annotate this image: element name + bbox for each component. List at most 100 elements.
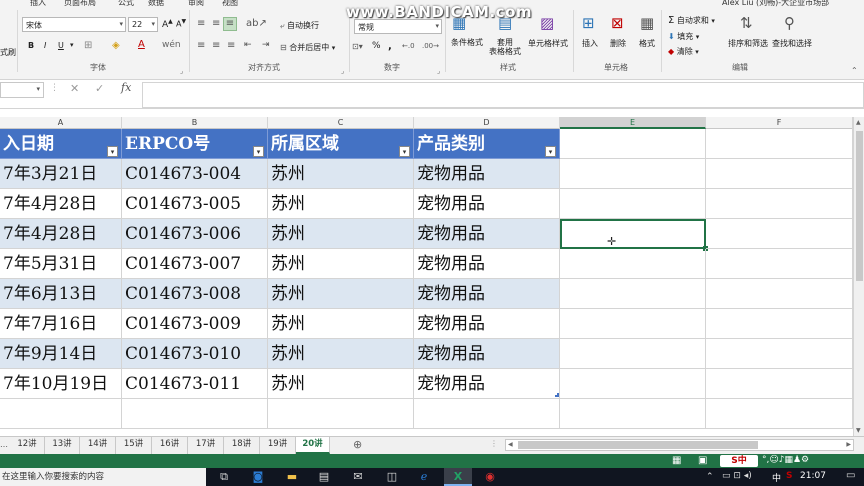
column-header-b[interactable]: B [122,117,268,129]
insert-function-button[interactable]: fx [121,81,131,94]
table-cell[interactable]: 宠物用品 [414,369,560,399]
grow-font-button[interactable]: A▲ [162,18,173,30]
empty-cell[interactable] [560,369,706,399]
tab-page-layout[interactable]: 页面布局 [64,0,96,8]
table-resize-handle[interactable] [555,393,559,397]
sheet-tab[interactable]: 17讲 [188,437,224,454]
merge-center-button[interactable]: ⊟ 合并后居中 ▾ [280,42,335,53]
dialog-launcher-icon[interactable]: ⌟ [180,67,183,75]
sheet-tab[interactable]: 15讲 [116,437,152,454]
sort-filter-icon[interactable]: ⇅ [740,14,753,32]
table-cell[interactable]: 7年9月14日 [0,339,122,369]
empty-cell[interactable] [706,339,853,369]
format-cells-icon[interactable]: ▦ [640,14,654,32]
align-bottom-icon[interactable]: ≡ [223,17,237,31]
task-view-icon[interactable]: ⧉ [210,468,238,486]
format-button[interactable]: 格式 [639,38,655,49]
tab-insert[interactable]: 插入 [30,0,46,8]
app-icon[interactable]: ◫ [378,468,406,486]
insert-button[interactable]: 插入 [582,38,598,49]
dialog-launcher-icon[interactable]: ⌟ [341,67,344,75]
empty-cell[interactable] [560,159,706,189]
empty-cell[interactable] [706,249,853,279]
tab-view[interactable]: 视图 [222,0,238,8]
italic-button[interactable]: I [44,41,46,50]
table-cell[interactable]: C014673-011 [122,369,268,399]
decrease-decimal-icon[interactable]: .00→ [422,42,439,50]
font-name-select[interactable]: 宋体 ▾ [22,17,126,32]
tray-icons[interactable]: ▭ ⊡ ◂) [722,471,752,481]
store-icon[interactable]: ▤ [310,468,338,486]
table-cell[interactable]: C014673-007 [122,249,268,279]
find-select-icon[interactable]: ⚲ [784,14,795,32]
decrease-indent-icon[interactable]: ⇤ [244,40,252,50]
filter-dropdown-icon[interactable]: ▾ [399,146,410,157]
table-cell[interactable]: 7年3月21日 [0,159,122,189]
scroll-down-icon[interactable]: ▼ [856,427,861,434]
add-sheet-icon[interactable]: ⊕ [353,438,362,451]
empty-cell[interactable] [706,129,853,159]
empty-cell[interactable] [706,399,853,429]
filter-dropdown-icon[interactable]: ▾ [107,146,118,157]
empty-cell[interactable] [706,279,853,309]
sheet-tab[interactable]: 12讲 [10,437,45,454]
table-cell[interactable]: C014673-010 [122,339,268,369]
scroll-up-icon[interactable]: ▲ [856,119,861,126]
wrap-text-button[interactable]: ⤶ 自动换行 [280,20,319,31]
sheet-tab[interactable]: 13讲 [45,437,80,454]
excel-taskbar-icon[interactable]: X [444,468,472,486]
cell-styles-button[interactable]: 单元格样式 [526,38,570,49]
table-cell[interactable]: 7年4月28日 [0,219,122,249]
fill-color-icon[interactable]: ◈ [112,40,120,51]
font-size-select[interactable]: 22 ▾ [128,17,158,32]
dialog-launcher-icon[interactable]: ⌟ [437,67,440,75]
selected-cell[interactable] [560,219,706,249]
align-top-icon[interactable]: ≡ [197,18,205,29]
table-cell[interactable]: 苏州 [268,159,414,189]
empty-cell[interactable] [706,309,853,339]
filter-dropdown-icon[interactable]: ▾ [545,146,556,157]
empty-cell[interactable] [560,129,706,159]
increase-decimal-icon[interactable]: ←.0 [402,42,415,50]
filter-dropdown-icon[interactable]: ▾ [253,146,264,157]
align-middle-icon[interactable]: ≡ [212,18,220,29]
confirm-entry-icon[interactable]: ✓ [95,82,104,95]
table-cell[interactable]: 7年6月13日 [0,279,122,309]
collapse-ribbon-icon[interactable]: ⌃ [851,66,858,75]
empty-cell[interactable] [122,399,268,429]
sheet-tab[interactable]: 14讲 [80,437,116,454]
ime-indicator[interactable]: 中 [772,471,781,484]
fill-button[interactable]: ⬇ 填充 ▾ [668,31,699,42]
table-cell[interactable]: 苏州 [268,219,414,249]
empty-cell[interactable] [706,189,853,219]
empty-cell[interactable] [560,189,706,219]
worksheet-grid[interactable]: 入日期 ▾ ERPCO号 ▾ 所属区域 ▾ 产品类别 ▾ 7年3月21日 C01… [0,129,853,436]
empty-cell[interactable] [560,399,706,429]
column-header-e[interactable]: E [560,117,706,129]
table-cell[interactable]: 宠物用品 [414,189,560,219]
vertical-scrollbar[interactable]: ▲ ▼ [853,117,864,436]
number-format-select[interactable]: 常规 ▾ [354,19,442,34]
empty-cell[interactable] [706,219,853,249]
table-cell[interactable]: 宠物用品 [414,309,560,339]
notifications-icon[interactable]: ▭ [846,470,855,481]
scrollbar-thumb[interactable] [518,441,758,449]
taskbar-clock[interactable]: 21:07 [800,471,826,481]
table-cell[interactable]: 苏州 [268,309,414,339]
table-cell[interactable]: 宠物用品 [414,219,560,249]
column-header-f[interactable]: F [706,117,853,129]
column-header-d[interactable]: D [414,117,560,129]
tab-formulas[interactable]: 公式 [118,0,134,8]
page-layout-icon[interactable]: ▣ [698,455,707,466]
empty-cell[interactable] [560,279,706,309]
underline-button[interactable]: U [58,41,64,50]
table-cell[interactable]: 苏州 [268,339,414,369]
file-explorer-icon[interactable]: ▬ [278,468,306,486]
empty-cell[interactable] [706,369,853,399]
ime-toolbar[interactable]: S中 [720,455,758,467]
table-cell[interactable]: 宠物用品 [414,339,560,369]
align-center-icon[interactable]: ≡ [212,40,220,51]
table-cell[interactable]: 宠物用品 [414,279,560,309]
column-header-a[interactable]: A [0,117,122,129]
bold-button[interactable]: B [28,41,34,50]
